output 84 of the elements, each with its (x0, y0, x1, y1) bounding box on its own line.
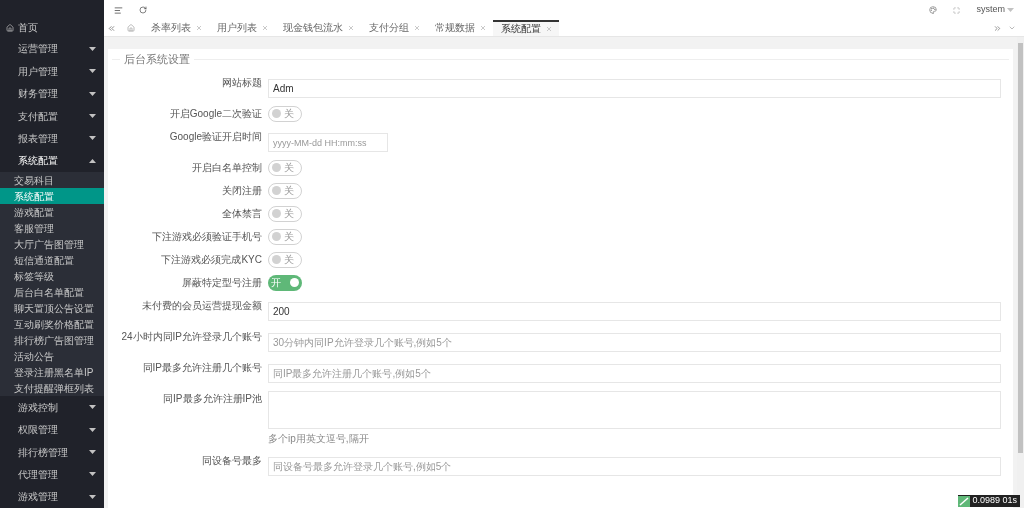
caret-down-icon (1007, 8, 1014, 12)
sidebar-menu-item[interactable]: 游戏管理 (0, 485, 104, 508)
close-icon[interactable] (547, 27, 551, 31)
tab[interactable]: 支付分组 (361, 20, 427, 36)
tab[interactable]: 现金钱包流水 (275, 20, 361, 36)
sidebar-submenu-item[interactable]: 聊天置顶公告设置 (0, 300, 104, 317)
field-label: Google验证开启时间 (168, 129, 262, 144)
caret-down-icon (89, 91, 96, 96)
sidebar-submenu-item[interactable]: 登录注册黑名单IP (0, 364, 104, 381)
field-label: 24小时内同IP允许登录几个账号 (120, 329, 262, 344)
user-menu[interactable]: system (976, 3, 1014, 17)
field-label: 开启Google二次验证 (168, 106, 262, 121)
tab[interactable]: 杀率列表 (143, 20, 209, 36)
textarea-field[interactable] (268, 390, 1001, 429)
sidebar-menu-item[interactable]: 权限管理 (0, 418, 104, 441)
sidebar-menu-item[interactable]: 报表管理 (0, 127, 104, 150)
sidebar-submenu-item[interactable]: 游戏配置 (0, 204, 104, 221)
caret-down-icon (89, 494, 96, 499)
sidebar-menu-item[interactable]: 财务管理 (0, 82, 104, 105)
sidebar-submenu-item[interactable]: 互动刷奖价格配置 (0, 316, 104, 333)
date-field[interactable]: yyyy-MM-dd HH:mm:ss (268, 133, 388, 152)
caret-down-icon (89, 472, 96, 477)
scroll-right-icon[interactable] (993, 23, 1002, 33)
home-tab-icon[interactable] (127, 24, 135, 32)
sidebar-submenu-item[interactable]: 客服管理 (0, 220, 104, 237)
sidebar-menu-item[interactable]: 用户管理 (0, 60, 104, 83)
field-label: 开启白名单控制 (191, 160, 262, 175)
field-label: 屏蔽特定型号注册 (181, 275, 262, 290)
close-icon[interactable] (197, 26, 201, 30)
menu-icon[interactable] (114, 5, 123, 15)
sidebar-submenu-item[interactable]: 活动公告 (0, 348, 104, 365)
palette-icon[interactable] (929, 6, 938, 14)
sidebar-menu-item[interactable]: 排行榜管理 (0, 440, 104, 464)
timing-badge: 0.0989 01s (958, 495, 1020, 507)
close-icon[interactable] (481, 26, 485, 30)
tab[interactable]: 常规数据 (427, 20, 493, 36)
sidebar-menu-item[interactable]: 运营管理 (0, 37, 104, 61)
caret-down-icon (89, 427, 96, 432)
scroll-left-icon[interactable] (107, 23, 116, 33)
sidebar-submenu-item[interactable]: 支付提醒弹框列表 (0, 380, 104, 397)
sidebar-menu-item[interactable]: 支付配置 (0, 104, 104, 128)
sidebar-submenu-item[interactable]: 后台白名单配置 (0, 284, 104, 301)
sidebar-submenu-item[interactable]: 标签等级 (0, 268, 104, 285)
caret-down-icon (89, 405, 96, 410)
caret-up-icon (89, 158, 96, 163)
section-title: 后台系统设置 (124, 52, 190, 67)
text-field[interactable]: 200 (268, 301, 1001, 321)
field-label: 下注游戏必须完成KYC (160, 252, 262, 267)
tabs-menu-icon[interactable] (1008, 24, 1016, 32)
caret-down-icon (89, 450, 96, 454)
caret-down-icon (89, 46, 96, 51)
refresh-icon[interactable] (139, 6, 147, 14)
field-label: 同IP最多允许注册几个账号 (141, 360, 262, 375)
text-field[interactable]: 同IP最多允许注册几个账号,例如5个 (268, 363, 1001, 383)
text-field[interactable]: 同设备号最多允许登录几个账号,例如5个 (268, 456, 1001, 476)
field-label: 未付费的会员运营提现金额 (141, 298, 262, 313)
close-icon[interactable] (415, 26, 419, 30)
tab[interactable]: 用户列表 (209, 20, 275, 36)
fullscreen-icon[interactable] (953, 6, 961, 14)
sidebar-submenu-item[interactable]: 大厅广告图管理 (0, 236, 104, 253)
field-label: 下注游戏必须验证手机号 (151, 229, 262, 244)
close-icon[interactable] (263, 26, 267, 30)
tab[interactable]: 系统配置 (493, 20, 559, 36)
caret-down-icon (89, 136, 96, 141)
sidebar-submenu-item[interactable]: 交易科目 (0, 172, 104, 189)
caret-down-icon (89, 114, 96, 119)
field-label: 全体禁言 (221, 206, 262, 221)
sidebar-submenu-item[interactable]: 排行榜广告图管理 (0, 332, 104, 349)
close-icon[interactable] (349, 26, 353, 30)
home-icon (6, 23, 14, 32)
sidebar-menu-item[interactable]: 系统配置 (0, 149, 104, 173)
field-label: 同IP最多允许注册IP池 (162, 391, 262, 406)
field-hint: 多个ip用英文逗号,隔开 (268, 431, 369, 446)
sidebar-menu-item[interactable]: 代理管理 (0, 463, 104, 486)
sidebar-home-item[interactable]: 首页 (0, 17, 104, 38)
sidebar-submenu-item[interactable]: 短信通道配置 (0, 252, 104, 269)
field-label: 网站标题 (221, 75, 262, 90)
sidebar-menu-item[interactable]: 游戏控制 (0, 396, 104, 419)
field-label: 关闭注册 (221, 183, 262, 198)
sidebar-submenu-item[interactable]: 系统配置 (0, 188, 104, 205)
text-field[interactable]: 30分钟内同IP允许登录几个账号,例如5个 (268, 332, 1001, 352)
text-field[interactable]: Adm (268, 78, 1001, 98)
caret-down-icon (89, 69, 96, 74)
field-label: 同设备号最多 (201, 453, 262, 468)
